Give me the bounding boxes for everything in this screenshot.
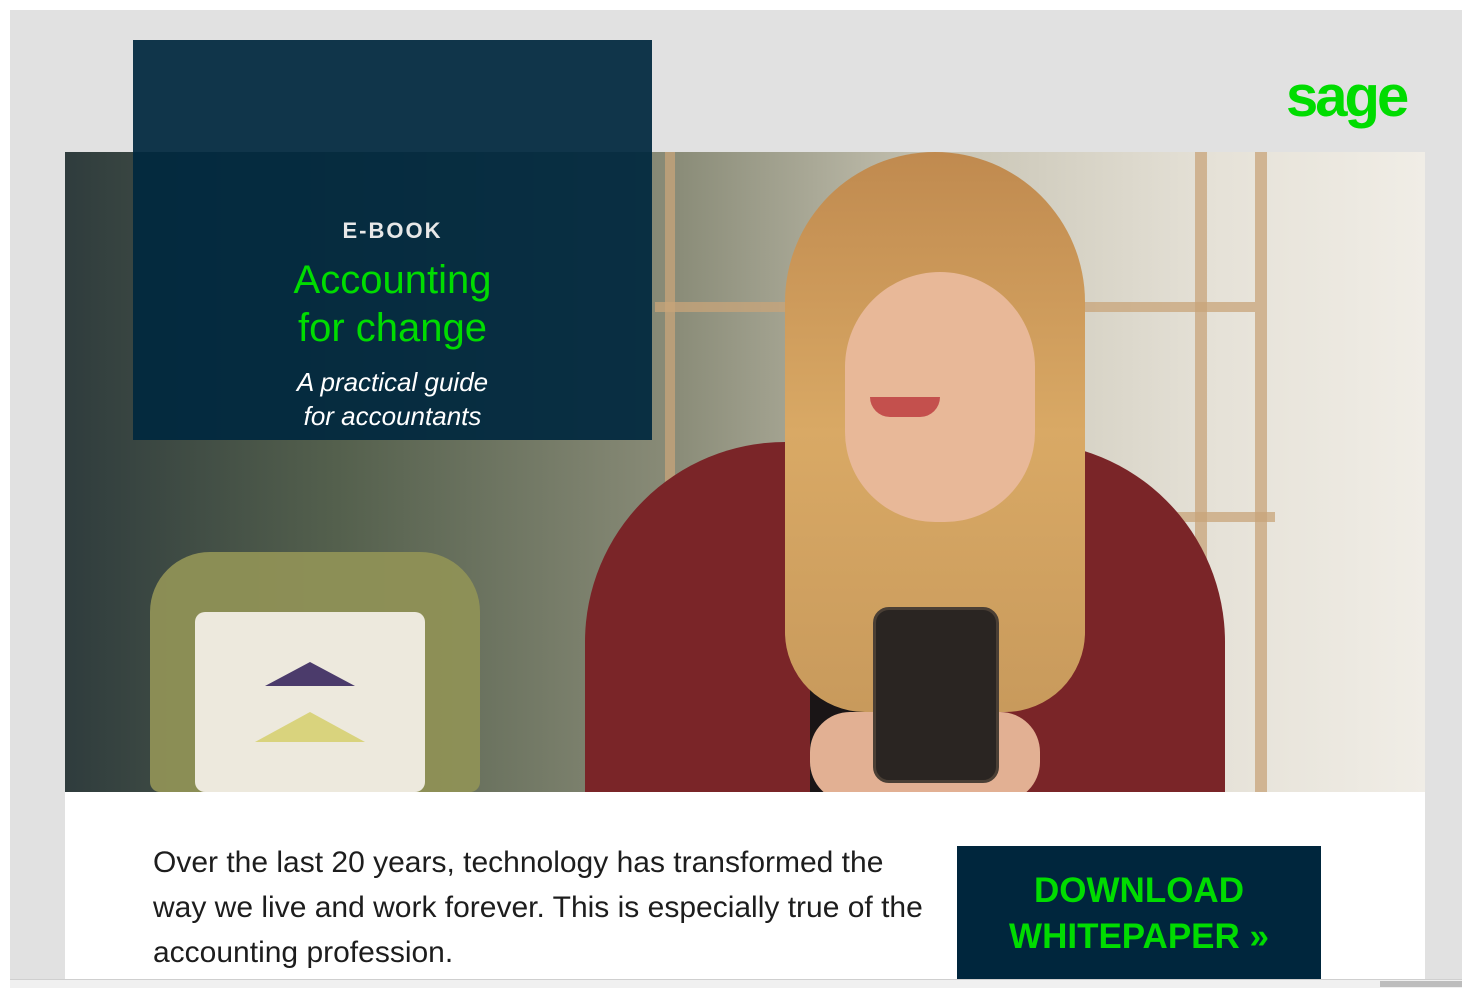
- pillow-pattern: [265, 662, 355, 686]
- intro-paragraph: Over the last 20 years, technology has t…: [153, 846, 923, 969]
- scrollbar-thumb[interactable]: [1380, 981, 1462, 987]
- ebook-subtitle: A practical guide for accountants: [133, 365, 652, 433]
- ebook-subtitle-line: A practical guide: [296, 367, 489, 397]
- download-whitepaper-button[interactable]: DOWNLOAD WHITEPAPER »: [957, 846, 1321, 982]
- ebook-kicker: E-BOOK: [342, 218, 443, 243]
- cta-label-line: WHITEPAPER »: [1009, 917, 1269, 956]
- pillow-pattern: [255, 712, 365, 742]
- ebook-title-line: Accounting: [293, 258, 492, 302]
- cta-label: DOWNLOAD WHITEPAPER »: [1009, 868, 1269, 960]
- smartphone: [873, 607, 999, 783]
- email-frame: sage E-BOOK Accounting for change A prac…: [10, 10, 1462, 988]
- ebook-title: Accounting for change: [133, 256, 652, 352]
- cta-label-line: DOWNLOAD: [1034, 871, 1244, 910]
- ebook-title-line: for change: [297, 306, 488, 350]
- ebook-title-box: E-BOOK Accounting for change A practical…: [133, 40, 652, 440]
- ebook-subtitle-line: for accountants: [303, 401, 482, 431]
- sage-logo[interactable]: sage: [1286, 68, 1409, 126]
- pillow: [195, 612, 425, 792]
- content-section: Over the last 20 years, technology has t…: [65, 792, 1425, 988]
- person-smile: [870, 397, 940, 417]
- shelf-decor: [1255, 152, 1267, 792]
